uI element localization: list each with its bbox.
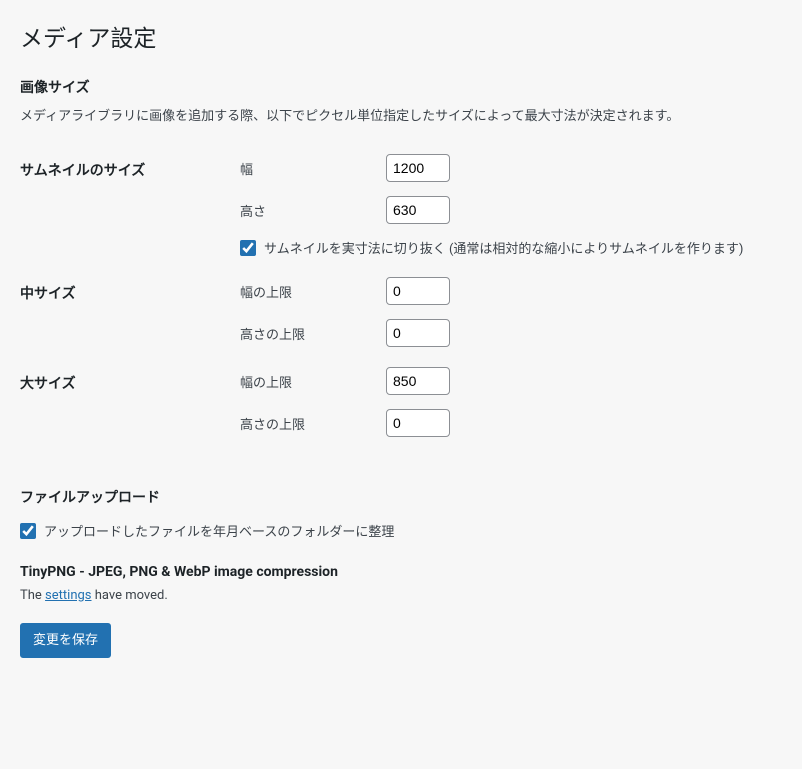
organize-checkbox[interactable] [20,523,36,539]
page-title: メディア設定 [20,10,782,57]
upload-heading: ファイルアップロード [20,487,782,507]
medium-width-input[interactable] [386,277,450,305]
thumbnail-width-input[interactable] [386,154,450,182]
large-width-label: 幅の上限 [240,372,386,391]
tinypng-msg-before: The [20,588,45,603]
medium-width-label: 幅の上限 [240,282,386,301]
tinypng-msg-after: have moved. [92,588,168,603]
medium-height-input[interactable] [386,319,450,347]
thumbnail-row-label: サムネイルのサイズ [20,144,240,267]
thumbnail-width-label: 幅 [240,159,386,178]
thumbnail-crop-label: サムネイルを実寸法に切り抜く (通常は相対的な縮小によりサムネイルを作ります) [264,238,743,257]
large-row-label: 大サイズ [20,357,240,447]
thumbnail-height-label: 高さ [240,201,386,220]
medium-height-label: 高さの上限 [240,324,386,343]
tinypng-message: The settings have moved. [20,588,782,603]
organize-label: アップロードしたファイルを年月ベースのフォルダーに整理 [44,521,394,540]
medium-row-label: 中サイズ [20,267,240,357]
thumbnail-height-input[interactable] [386,196,450,224]
save-button[interactable]: 変更を保存 [20,623,111,658]
large-width-input[interactable] [386,367,450,395]
large-height-input[interactable] [386,409,450,437]
image-sizes-table: サムネイルのサイズ 幅 高さ サムネイルを実寸法に切り抜く (通常は相対的な縮小… [20,144,782,447]
tinypng-heading: TinyPNG - JPEG, PNG & WebP image compres… [20,564,782,580]
tinypng-settings-link[interactable]: settings [45,588,91,603]
large-height-label: 高さの上限 [240,414,386,433]
image-sizes-description: メディアライブラリに画像を追加する際、以下でピクセル単位指定したサイズによって最… [20,105,782,124]
image-sizes-heading: 画像サイズ [20,77,782,97]
thumbnail-crop-checkbox[interactable] [240,240,256,256]
